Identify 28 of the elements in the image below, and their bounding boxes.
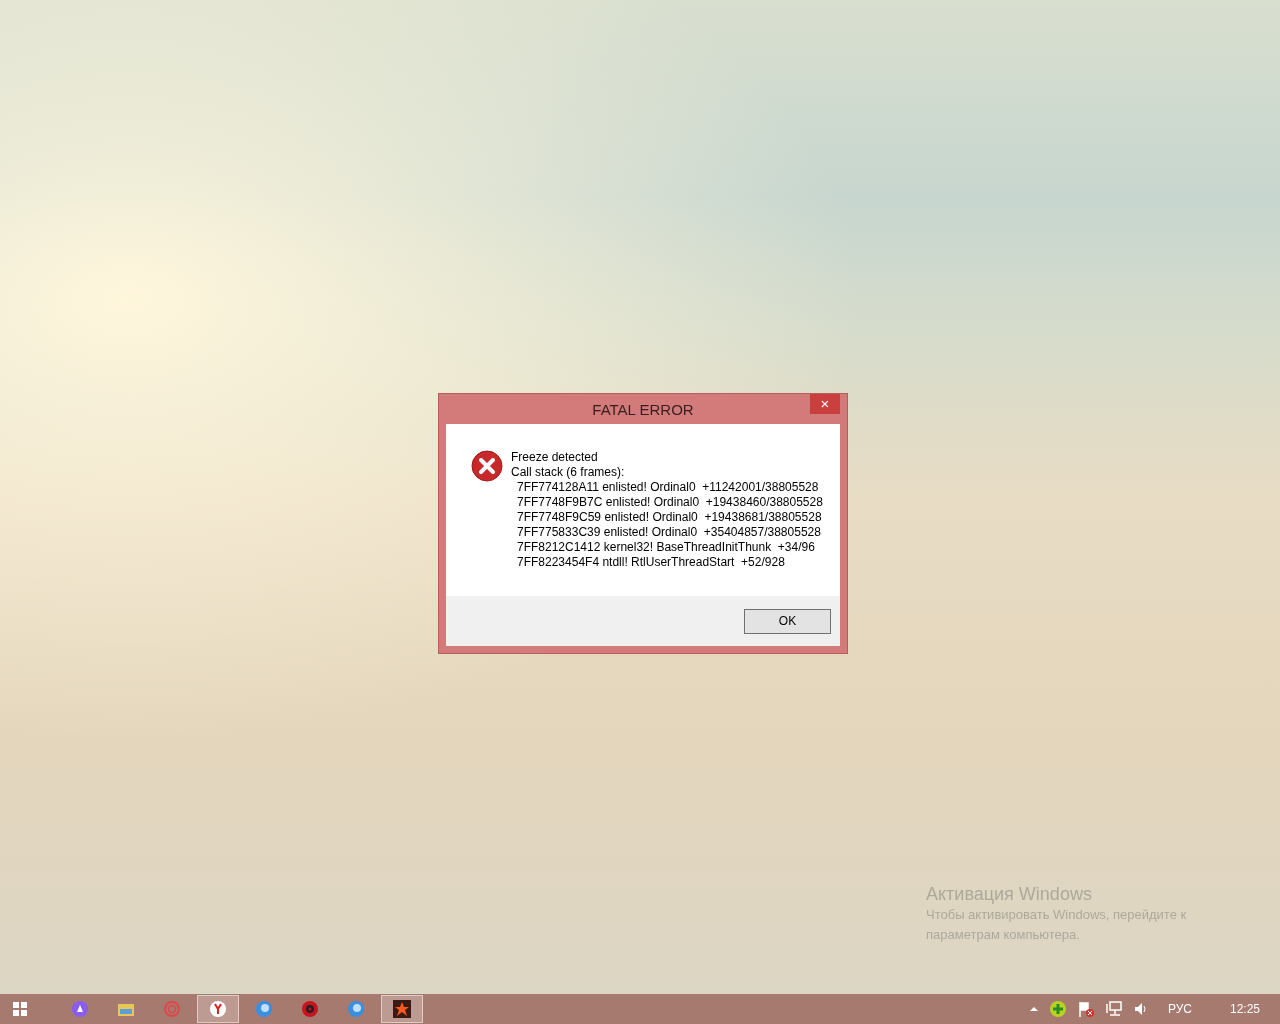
clock[interactable]: 12:25 [1229, 1002, 1260, 1016]
stack-frame-text: 7FF8223454F4 ntdll! RtlUserThreadStart +52/928 [516, 555, 786, 570]
globe-icon [347, 1000, 365, 1018]
taskbar-button[interactable] [381, 995, 423, 1023]
stack-frame-text: 7FF774128A11 enlisted! Ordinal0 +11242001/38805528 [516, 480, 820, 495]
gear-icon [301, 1000, 319, 1018]
language-indicator[interactable]: РУС [1167, 1002, 1192, 1016]
stack-frame-text: 7FF775833C39 enlisted! Ordinal0 +35404857/38805528 [516, 525, 822, 540]
close-button[interactable]: × [810, 394, 840, 414]
assistant-icon [71, 1000, 89, 1018]
show-hidden-icons-icon[interactable] [1028, 1006, 1039, 1012]
window-title: FATAL ERROR [592, 400, 694, 418]
ok-button[interactable]: OK [744, 608, 831, 634]
game-icon [393, 1000, 411, 1018]
globe-icon [255, 1000, 273, 1018]
stack-frame-text: 7FF8212C1412 kernel32! BaseThreadInitThunk +34/96 [516, 540, 816, 555]
speaker-icon[interactable] [1132, 1001, 1149, 1017]
stack-frame-text: 7FF7748F9B7C enlisted! Ordinal0 +19438460/38805528 [516, 495, 823, 510]
browser-icon [209, 1000, 227, 1018]
ring-icon [163, 1000, 181, 1018]
plus-circle-icon[interactable] [1048, 1000, 1067, 1018]
network-icon[interactable] [1104, 1000, 1123, 1018]
error-icon [471, 450, 503, 482]
flag-error-icon[interactable] [1076, 1000, 1095, 1018]
message-text: Freeze detected [511, 450, 599, 465]
start-icon[interactable] [13, 1002, 27, 1016]
message-text: Call stack (6 frames): [511, 465, 626, 480]
stack-frame-text: 7FF7748F9C59 enlisted! Ordinal0 +19438681/38805528 [516, 510, 823, 525]
